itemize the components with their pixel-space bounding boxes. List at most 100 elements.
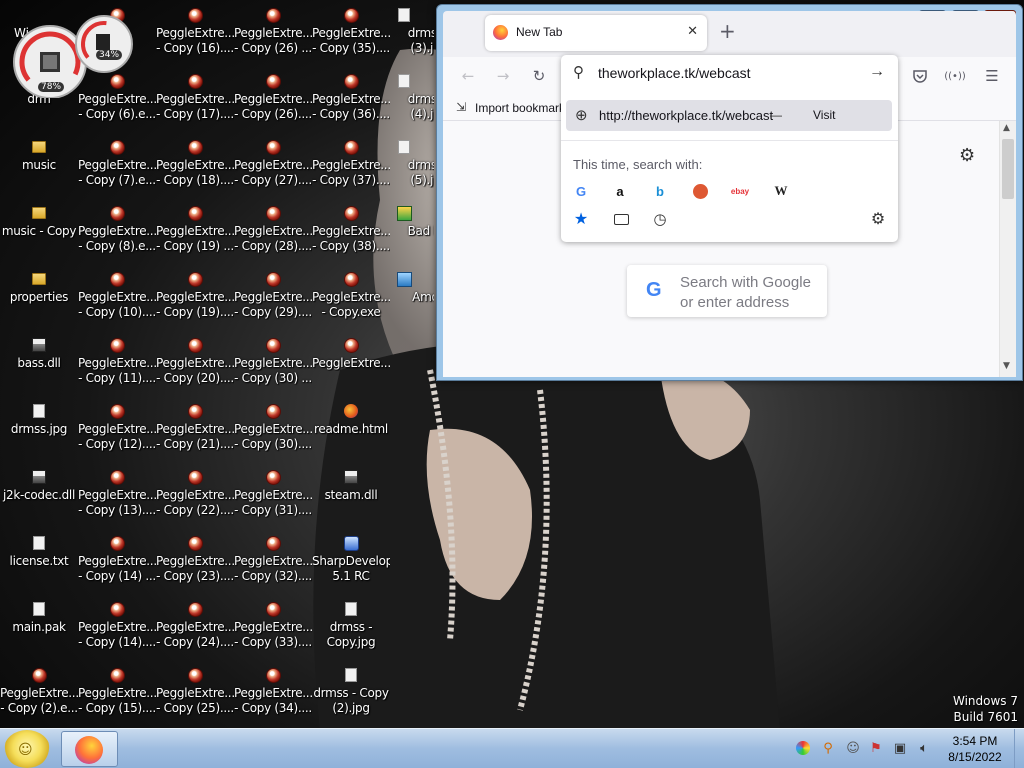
search-settings-icon[interactable]: ⚙ [869,210,887,228]
desktop-icon[interactable]: PeggleExtre... - Copy (31).... [234,462,312,524]
desktop-icon[interactable]: PeggleExtre... - Copy (12).... [78,396,156,458]
volume-icon[interactable]: 🔈︎ [916,740,932,756]
desktop-icon[interactable]: PeggleExtre... - Copy (20).... [156,330,234,392]
desktop-icon[interactable]: license.txt [0,528,78,590]
menu-icon[interactable]: ☰ [983,67,1001,85]
desktop-icon[interactable]: PeggleExtre... - Copy.exe [312,264,390,326]
bing-engine-icon[interactable]: b [651,182,669,200]
desktop-icon[interactable]: drmss - (5).jpg [390,132,434,194]
desktop-icon[interactable]: drmss.jpg [0,396,78,458]
desktop-icon[interactable]: PeggleExtre... - Copy (33).... [234,594,312,656]
color-tray-icon[interactable] [795,740,811,756]
history-clock-icon[interactable]: ◷ [651,210,669,228]
scroll-down-icon[interactable]: ▼ [1003,361,1010,371]
action-center-icon[interactable]: ⚑ [868,740,884,756]
desktop-icon[interactable]: PeggleExtre... - Copy (30) ... [234,330,312,392]
scroll-up-icon[interactable]: ▲ [1003,123,1010,133]
desktop-icon[interactable]: PeggleExtre... - Copy (28).... [234,198,312,260]
magnifier-tray-icon[interactable]: ⚲ [820,740,836,756]
desktop-icon[interactable]: PeggleExtre... - Copy (17).... [156,66,234,128]
desktop-icon[interactable]: PeggleExtre... - Copy (13).... [78,462,156,524]
close-tab-icon[interactable]: ✕ [687,24,698,39]
scroll-thumb[interactable] [1002,139,1014,199]
url-suggestion[interactable]: ⊕ http://theworkplace.tk/webcast — Visit [566,100,892,131]
desktop-icon[interactable]: PeggleExtre... - Copy (19) ... [156,198,234,260]
network-icon[interactable]: ▣ [892,740,908,756]
desktop-icon[interactable]: PeggleExtre... - Copy (35).... [312,0,390,62]
desktop-icon[interactable]: PeggleExtre... - Copy (8).e... [78,198,156,260]
show-desktop-button[interactable] [1014,729,1024,768]
pocket-icon[interactable] [911,67,929,85]
vertical-scrollbar[interactable]: ▲ ▼ [999,121,1016,377]
desktop-icon[interactable]: PeggleExtre... - Copy (38).... [312,198,390,260]
desktop-icon[interactable]: PeggleExtre... - Copy (10).... [78,264,156,326]
desktop-icon[interactable]: PeggleExtre... - Copy (19).... [156,264,234,326]
url-input[interactable]: theworkplace.tk/webcast [598,65,751,81]
desktop-icon[interactable]: bass.dll [0,330,78,392]
desktop-icon[interactable]: properties [0,264,78,326]
desktop-icon[interactable]: j2k-codec.dll [0,462,78,524]
desktop-icon[interactable]: PeggleExtre... - Copy (15).... [78,660,156,722]
cpu-meter-gadget[interactable]: 78% 34% [8,10,136,99]
desktop-icon[interactable]: PeggleExtre... - Copy (36).... [312,66,390,128]
smiley-tray-icon[interactable]: ☺ [845,740,861,756]
new-tab-button[interactable]: + [719,19,736,43]
peggle-icon [265,271,281,287]
clock[interactable]: 3:54 PM 8/15/2022 [940,733,1010,765]
desktop-icon[interactable]: PeggleExtre... - Copy (34).... [234,660,312,722]
desktop-icon[interactable]: music - Copy [0,198,78,260]
reload-icon[interactable]: ↻ [530,67,548,85]
wikipedia-engine-icon[interactable]: W [772,182,790,200]
desktop-icon[interactable]: drmss - (3).jpg [390,0,434,62]
extensions-icon[interactable]: ((•)) [944,67,966,85]
desktop-icon[interactable]: PeggleExtre... - Copy (23).... [156,528,234,590]
desktop-icon[interactable]: readme.html [312,396,390,458]
desktop-icon[interactable]: drmss - Copy (2).jpg [312,660,390,722]
google-engine-icon[interactable]: G [572,182,590,200]
import-bookmarks-icon: ⇲ [456,100,467,114]
bookmarks-star-icon[interactable]: ★ [572,210,590,228]
globe-icon: ⊕ [575,107,588,124]
desktop-icon[interactable]: PeggleExtre... - Copy (14) ... [78,528,156,590]
desktop-icon[interactable]: PeggleExtre... - Copy (18).... [156,132,234,194]
desktop-icon[interactable]: PeggleExtre... - Copy (7).e... [78,132,156,194]
desktop-icon[interactable]: drmss - (4).jpg [390,66,434,128]
search-icon: ⚲ [573,64,584,81]
desktop-icon[interactable]: main.pak [0,594,78,656]
taskbar-firefox-button[interactable] [61,731,118,767]
desktop-icon[interactable]: Bad Pig [390,198,434,260]
desktop-icon[interactable]: PeggleExtre... - Copy (26) ... [234,0,312,62]
desktop-icon[interactable]: Amon [390,264,434,326]
desktop-icon[interactable]: PeggleExtre... - Copy (26).... [234,66,312,128]
desktop-icon[interactable]: steam.dll [312,462,390,524]
desktop-icon[interactable]: PeggleExtre... - Copy (30).... [234,396,312,458]
go-arrow-icon[interactable]: → [869,63,885,81]
desktop-icon[interactable]: PeggleExtre... [312,330,390,392]
desktop-icon[interactable]: PeggleExtre... - Copy (21).... [156,396,234,458]
desktop-icon[interactable]: drmss - Copy.jpg [312,594,390,656]
desktop-icon[interactable]: PeggleExtre... - Copy (25).... [156,660,234,722]
desktop-icon[interactable]: PeggleExtre... - Copy (29).... [234,264,312,326]
desktop-icon[interactable]: PeggleExtre... - Copy (24).... [156,594,234,656]
desktop-icon[interactable]: PeggleExtre... - Copy (11).... [78,330,156,392]
desktop-icon[interactable]: PeggleExtre... - Copy (37).... [312,132,390,194]
google-search-box[interactable]: G Search with Google or enter address [627,265,827,317]
tabs-icon[interactable] [612,210,630,228]
forward-icon[interactable]: → [494,67,512,85]
desktop-icon-label: PeggleExtre... - Copy (20).... [156,356,234,385]
desktop-icon[interactable]: PeggleExtre... - Copy (27).... [234,132,312,194]
amazon-engine-icon[interactable]: a [611,182,629,200]
start-button[interactable]: ☺ [4,730,50,768]
desktop-icon[interactable]: PeggleExtre... - Copy (32).... [234,528,312,590]
desktop-icon[interactable]: PeggleExtre... - Copy (14).... [78,594,156,656]
settings-gear-icon[interactable]: ⚙ [959,145,975,166]
duckduckgo-engine-icon[interactable] [691,182,709,200]
desktop-icon[interactable]: PeggleExtre... - Copy (22).... [156,462,234,524]
desktop-icon[interactable]: PeggleExtre... - Copy (16).... [156,0,234,62]
tab-new-tab[interactable]: New Tab ✕ [485,15,707,51]
desktop-icon[interactable]: SharpDevelop 5.1 RC [312,528,390,590]
desktop-icon[interactable]: music [0,132,78,194]
desktop-icon[interactable]: PeggleExtre... - Copy (2).e... [0,660,78,722]
back-icon[interactable]: ← [459,67,477,85]
ebay-engine-icon[interactable]: ebay [731,182,749,200]
